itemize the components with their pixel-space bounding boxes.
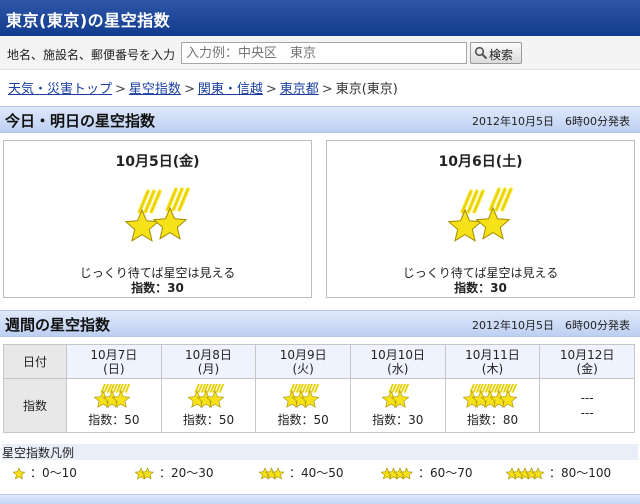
search-button[interactable]: 検索 xyxy=(470,42,522,64)
weekly-date: 10月12日 xyxy=(559,347,615,362)
forecast-card-tomorrow: 10月6日(土) じっくり待てば星空は見える 指数：30 xyxy=(326,140,635,298)
forecast-date: 10月5日(金) xyxy=(115,154,200,170)
breadcrumb-link-kanto[interactable]: 関東・信越 xyxy=(198,82,263,97)
weekly-date-cell: 10月12日 (金) xyxy=(539,344,635,379)
weekly-weekday: (水) xyxy=(387,361,409,376)
star-icon xyxy=(381,383,410,408)
today-section-title: 今日・明日の星空指数 xyxy=(5,112,156,130)
breadcrumb: 天気・災害トップ > 星空指数 > 関東・信越 > 東京都 > 東京(東京) xyxy=(8,78,398,97)
legend-item: ：80〜100 xyxy=(505,464,611,482)
weekly-weekday: (火) xyxy=(292,361,314,376)
weekly-section-title: 週間の星空指数 xyxy=(5,316,111,334)
weekly-index-value: 指数：50 xyxy=(88,412,140,427)
weekly-date: 10月7日 xyxy=(90,347,138,362)
search-label: 地名、施設名、郵便番号を入力 xyxy=(7,48,176,62)
row-header-date: 日付 xyxy=(3,344,67,379)
breadcrumb-separator: > xyxy=(183,82,195,97)
weekly-index-value: 指数：50 xyxy=(277,412,329,427)
forecast-index: 指数：30 xyxy=(131,281,184,295)
next-section-header xyxy=(0,494,640,504)
weekly-date: 10月8日 xyxy=(185,347,232,362)
weekly-weekday: (月) xyxy=(197,361,220,376)
weekly-index-cell: 指数：80 xyxy=(444,378,541,433)
legend-item: ：60〜70 xyxy=(380,464,473,482)
legend-title: 星空指数凡例 xyxy=(2,444,638,460)
search-input[interactable] xyxy=(181,42,467,64)
magnifier-icon xyxy=(474,46,488,60)
breadcrumb-separator: > xyxy=(321,82,333,97)
weekly-index-value: 指数：80 xyxy=(466,412,519,427)
weekly-index-cell: 指数：30 xyxy=(349,378,446,433)
today-published-time: 2012年10月5日 6時00分発表 xyxy=(472,115,630,128)
page-title: 東京(東京)の星空指数 xyxy=(6,11,171,30)
legend-range: ：20〜30 xyxy=(159,466,214,480)
breadcrumb-link-weather-top[interactable]: 天気・災害トップ xyxy=(8,82,112,97)
star-icon xyxy=(134,466,154,480)
weekly-section-header: 週間の星空指数 2012年10月5日 6時00分発表 xyxy=(0,310,640,337)
star-icon xyxy=(12,466,26,480)
legend-item: ：0〜10 xyxy=(12,464,77,482)
weekly-index-cell: --- --- xyxy=(539,378,635,433)
row-header-index: 指数 xyxy=(3,378,67,433)
legend-range: ：40〜50 xyxy=(289,466,344,480)
weekly-date-cell: 10月10日 (水) xyxy=(349,344,446,379)
weekly-date: 10月11日 xyxy=(465,347,520,362)
weekly-date-cell: 10月11日 (木) xyxy=(444,344,541,379)
breadcrumb-link-tokyo-to[interactable]: 東京都 xyxy=(280,82,319,97)
weekly-weekday: (金) xyxy=(576,361,598,376)
breadcrumb-current: 東京(東京) xyxy=(335,82,398,97)
star-icon xyxy=(380,466,413,480)
forecast-index: 指数：30 xyxy=(454,281,507,295)
weekly-index-row: 指数 指数：50 指数：50 指数：50 指数：30 指数：80 --- --- xyxy=(3,378,635,433)
star-icon xyxy=(447,187,513,242)
star-icon xyxy=(188,383,225,408)
weekly-date: 10月9日 xyxy=(279,347,327,362)
weekly-published-time: 2012年10月5日 6時00分発表 xyxy=(472,319,630,332)
weekly-index-missing: --- xyxy=(580,390,594,405)
breadcrumb-link-starry-index[interactable]: 星空指数 xyxy=(129,82,181,97)
star-icon xyxy=(463,383,518,408)
star-icon xyxy=(124,187,190,242)
star-icon xyxy=(505,466,545,480)
today-section-header: 今日・明日の星空指数 2012年10月5日 6時00分発表 xyxy=(0,106,640,133)
weekly-date-cell: 10月8日 (月) xyxy=(160,344,257,379)
star-icon xyxy=(93,383,131,408)
breadcrumb-separator: > xyxy=(115,82,126,97)
title-bar: 東京(東京)の星空指数 xyxy=(0,0,640,36)
weekly-index-cell: 指数：50 xyxy=(160,378,257,433)
search-button-label: 検索 xyxy=(489,48,514,62)
legend-range: ：80〜100 xyxy=(549,466,612,480)
weekly-date-cell: 10月9日 (火) xyxy=(255,344,351,379)
legend-range: ：0〜10 xyxy=(30,466,77,480)
weekly-weekday: (日) xyxy=(103,361,125,376)
weekly-index-value: 指数：50 xyxy=(182,412,235,427)
star-icon xyxy=(258,466,285,480)
weekly-date: 10月10日 xyxy=(370,347,426,362)
weekly-index-value: 指数：30 xyxy=(372,412,424,427)
weekly-index-cell: 指数：50 xyxy=(255,378,351,433)
weekly-date-cell: 10月7日 (日) xyxy=(66,344,162,379)
weekly-weekday: (木) xyxy=(481,361,504,376)
forecast-date: 10月6日(土) xyxy=(438,154,523,170)
weekly-date-row: 日付 10月7日 (日) 10月8日 (月) 10月9日 (火) 10月10日 (水) … xyxy=(3,344,635,379)
weekly-index-cell: 指数：50 xyxy=(66,378,162,433)
star-icon xyxy=(282,383,320,408)
search-bar: 地名、施設名、郵便番号を入力 検索 xyxy=(0,36,640,70)
weekly-index-missing: --- xyxy=(580,405,594,420)
breadcrumb-separator: > xyxy=(265,82,277,97)
weekly-table: 日付 10月7日 (日) 10月8日 (月) 10月9日 (火) 10月10日 (水) … xyxy=(3,344,635,433)
legend-item: ：40〜50 xyxy=(258,464,344,482)
legend-range: ：60〜70 xyxy=(418,466,473,480)
legend-item: ：20〜30 xyxy=(134,464,214,482)
forecast-card-today: 10月5日(金) じっくり待てば星空は見える 指数：30 xyxy=(3,140,312,298)
